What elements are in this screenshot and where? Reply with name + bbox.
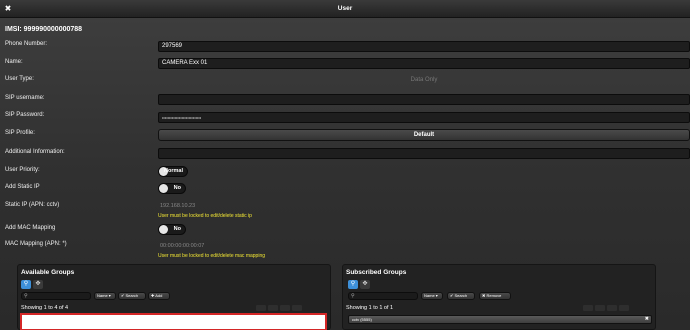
pager-next[interactable] <box>607 305 617 311</box>
add-mac-toggle[interactable]: No <box>158 224 186 235</box>
static-ip-value: 192.168.10.23 <box>160 203 196 209</box>
add-static-ip-value: No <box>173 185 181 191</box>
add-button-label: Add <box>155 293 163 298</box>
subscribed-groups-panel: Subscribed Groups ⚲ ✥ ⚲ Name ▾ ✔ Search … <box>342 264 656 330</box>
sip-username-field[interactable] <box>158 94 690 105</box>
move-icon[interactable]: ✥ <box>360 280 370 289</box>
search-icon[interactable]: ⚲ <box>348 280 358 289</box>
pager-last[interactable] <box>292 305 302 311</box>
search-button-label: Search <box>454 293 468 298</box>
add-group-button[interactable]: ✚ Add <box>148 292 170 300</box>
available-groups-search-button[interactable]: ✔ Search <box>118 292 146 300</box>
name-field[interactable]: CAMERA Exx 01 <box>158 58 690 69</box>
add-mac-label: Add MAC Mapping <box>5 225 56 231</box>
subscribed-groups-showing: Showing 1 to 1 of 1 <box>346 305 394 311</box>
user-form: IMSI: 999990000000788 Phone Number: 2975… <box>0 18 690 330</box>
user-priority-toggle[interactable]: Normal <box>158 166 188 177</box>
sip-password-field[interactable]: •••••••••••••••••••••••••••• <box>158 112 690 123</box>
pager-last[interactable] <box>619 305 629 311</box>
move-icon[interactable]: ✥ <box>33 280 43 289</box>
subscribed-group-item[interactable]: cctv (5555) ✖ <box>348 315 652 324</box>
subscribed-group-label: cctv (5555) <box>352 317 372 322</box>
toggle-knob <box>159 184 168 193</box>
pager-prev[interactable] <box>595 305 605 311</box>
available-groups-title: Available Groups <box>21 269 75 276</box>
remove-button-label: Remove <box>486 293 502 298</box>
search-button-label: Search <box>125 293 139 298</box>
toggle-knob <box>159 225 168 234</box>
title-bar: ✖ User <box>0 0 690 18</box>
mac-mapping-value: 00:00:00:00:00:07 <box>160 243 205 249</box>
user-priority-label: User Priority: <box>5 167 40 173</box>
pager-next[interactable] <box>280 305 290 311</box>
static-ip-warning: User must be locked to edit/delete stati… <box>158 213 252 219</box>
user-type-label: User Type: <box>5 76 34 82</box>
phone-field[interactable]: 297569 <box>158 41 690 52</box>
available-groups-list[interactable] <box>20 313 327 330</box>
sort-select-label: Name <box>424 293 435 298</box>
user-type-value: Data Only <box>410 77 438 83</box>
subscribed-groups-sort-select[interactable]: Name ▾ <box>421 292 443 300</box>
add-static-ip-toggle[interactable]: No <box>158 183 186 194</box>
available-groups-showing: Showing 1 to 4 of 4 <box>21 305 69 311</box>
imsi-header: IMSI: 999990000000788 <box>5 26 83 33</box>
static-ip-label: Static IP (APN: cctv) <box>5 202 60 208</box>
sip-profile-select[interactable]: Default <box>158 129 690 141</box>
sip-password-label: SIP Password: <box>5 112 45 118</box>
available-groups-sort-select[interactable]: Name ▾ <box>94 292 116 300</box>
window-title: User <box>337 5 353 12</box>
pager-first[interactable] <box>256 305 266 311</box>
remove-item-icon[interactable]: ✖ <box>645 316 649 323</box>
sip-username-label: SIP username: <box>5 95 45 101</box>
available-groups-panel: Available Groups ⚲ ✥ ⚲ Name ▾ ✔ Search ✚… <box>17 264 331 330</box>
subscribed-groups-search-input[interactable]: ⚲ <box>348 292 418 300</box>
add-mac-value: No <box>173 226 181 232</box>
phone-label: Phone Number: <box>5 41 48 47</box>
available-groups-search-input[interactable]: ⚲ <box>21 292 91 300</box>
additional-info-field[interactable] <box>158 148 690 159</box>
subscribed-groups-search-button[interactable]: ✔ Search <box>447 292 475 300</box>
mac-mapping-warning: User must be locked to edit/delete mac m… <box>158 253 265 259</box>
additional-info-label: Additional Information: <box>5 149 65 155</box>
add-static-ip-label: Add Static IP <box>5 184 40 190</box>
subscribed-groups-title: Subscribed Groups <box>346 269 407 276</box>
pager-first[interactable] <box>583 305 593 311</box>
sip-profile-label: SIP Profile: <box>5 130 35 136</box>
remove-group-button[interactable]: ✖ Remove <box>479 292 511 300</box>
mac-mapping-label: MAC Mapping (APN: *) <box>5 241 67 247</box>
user-priority-value: Normal <box>164 168 183 174</box>
name-label: Name: <box>5 59 23 65</box>
pager-prev[interactable] <box>268 305 278 311</box>
sort-select-label: Name <box>97 293 108 298</box>
search-icon[interactable]: ⚲ <box>21 280 31 289</box>
